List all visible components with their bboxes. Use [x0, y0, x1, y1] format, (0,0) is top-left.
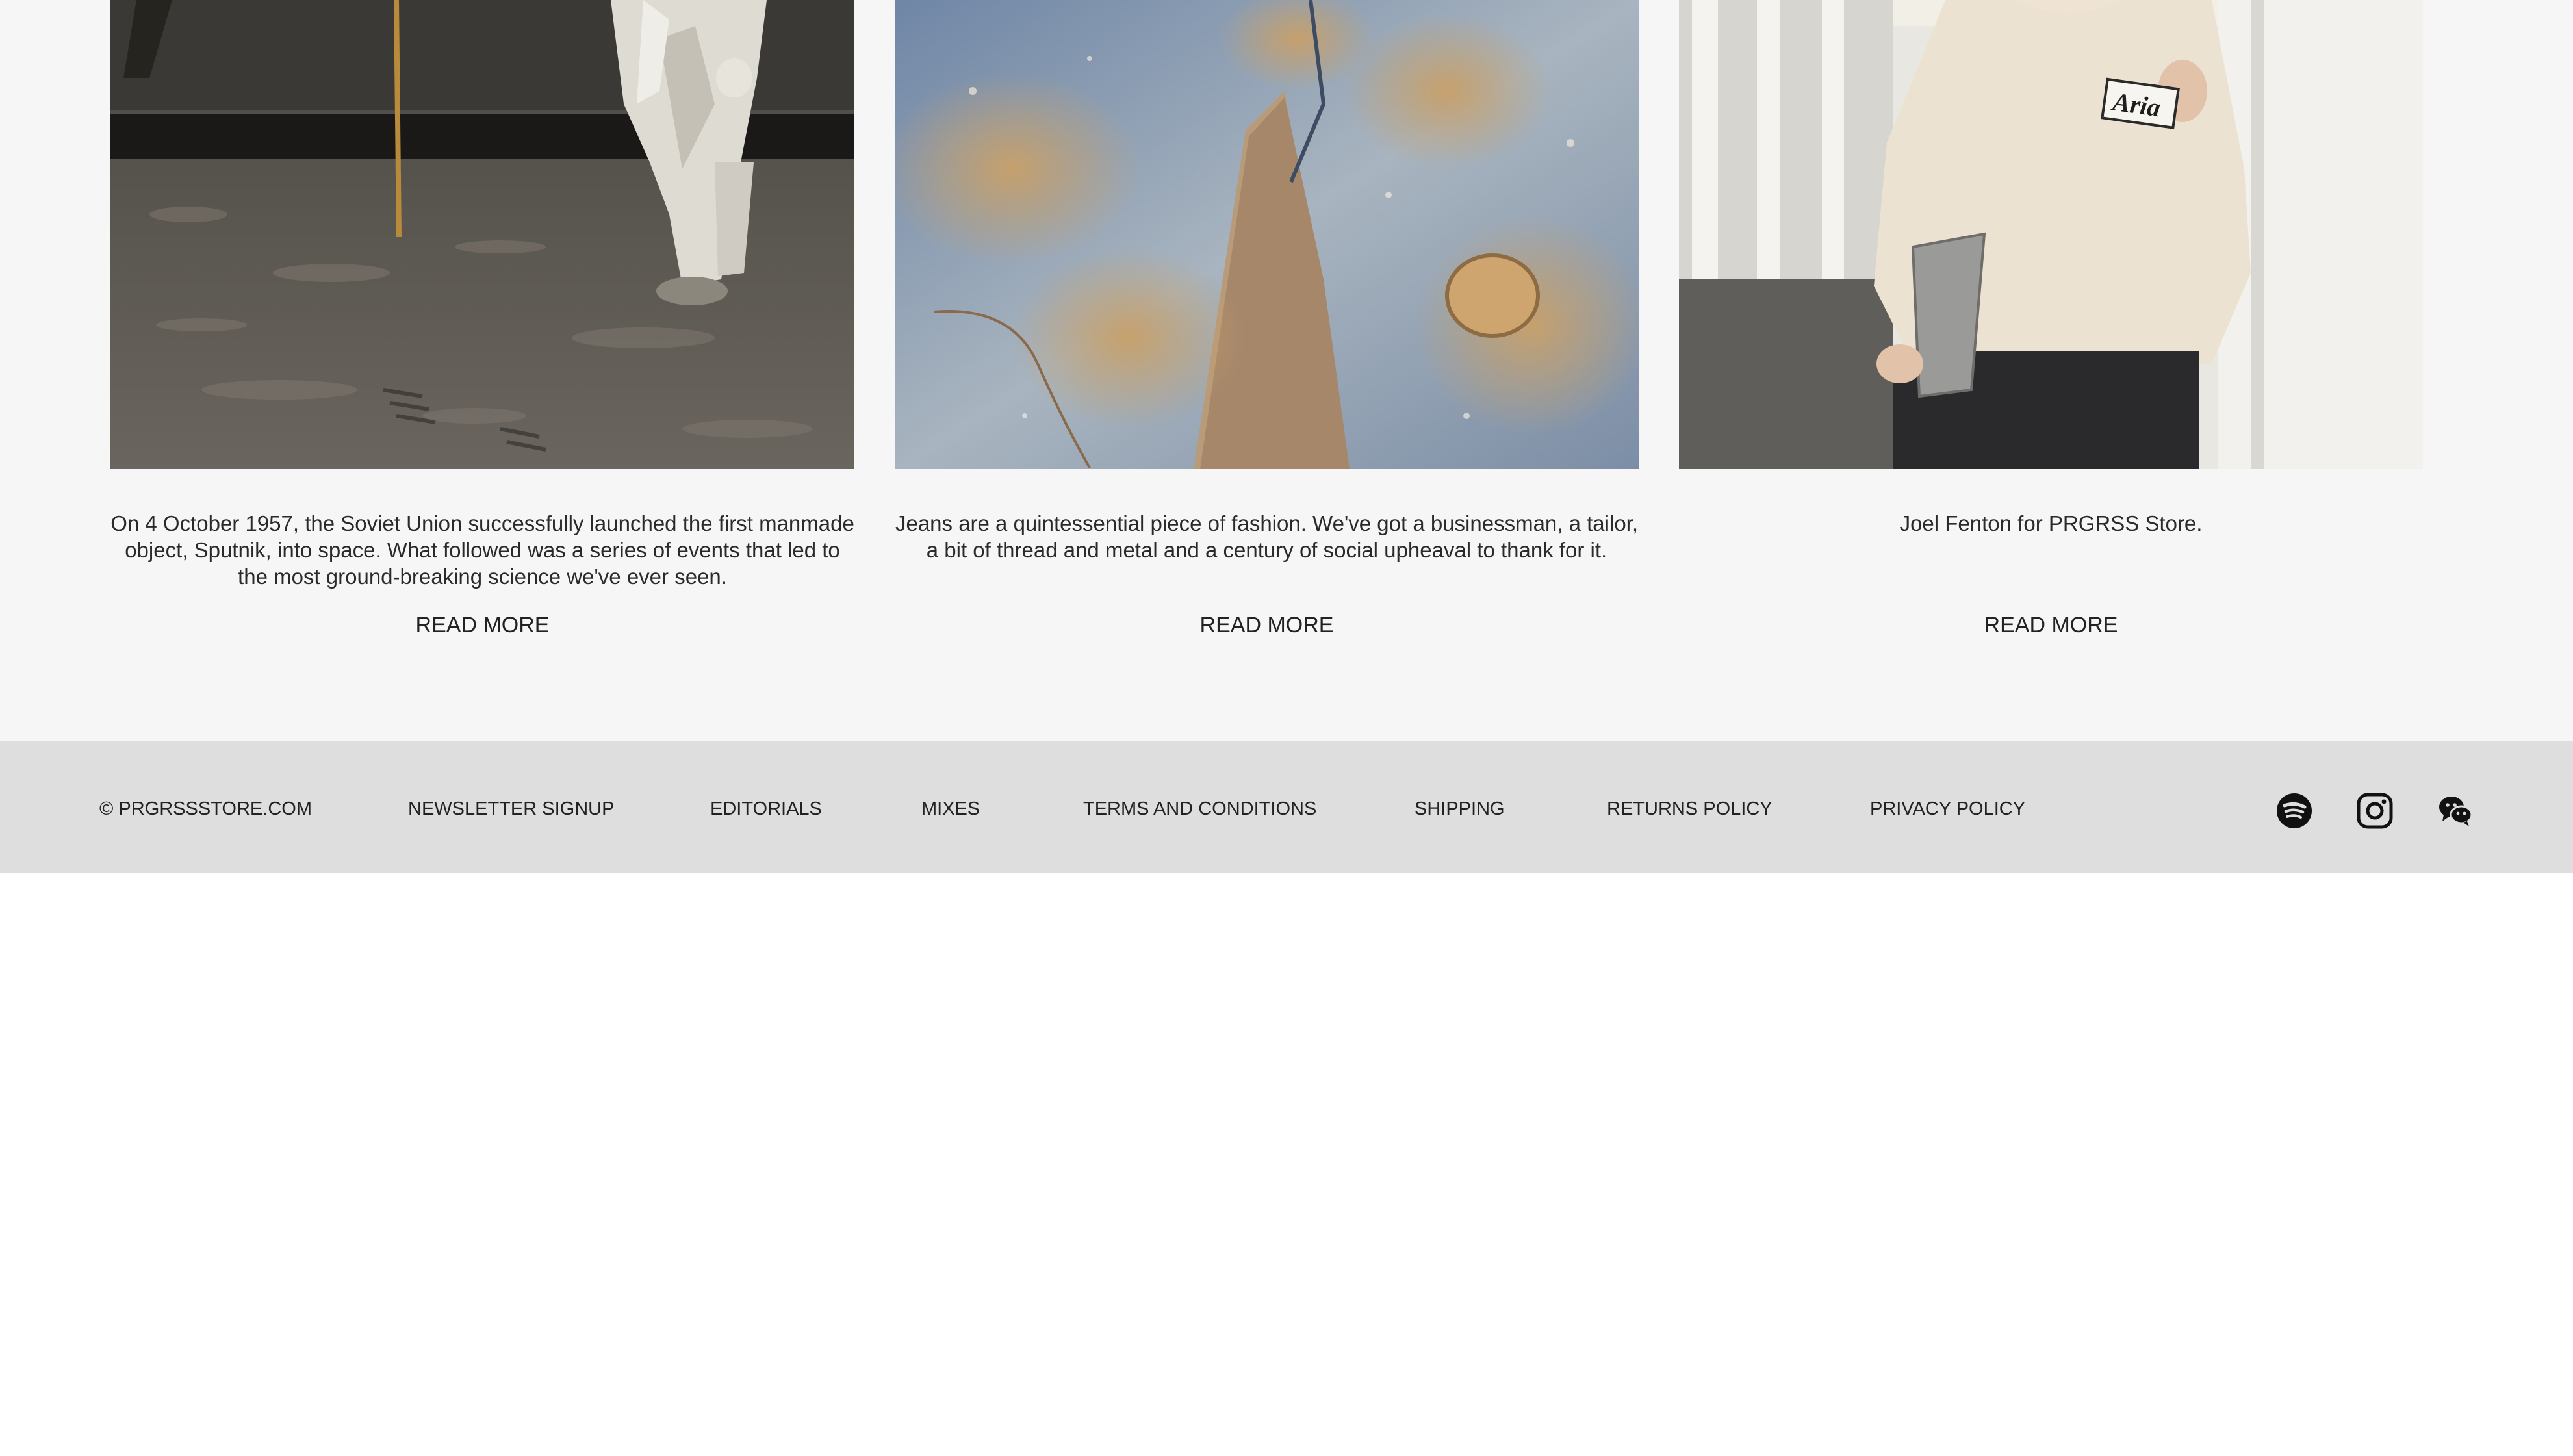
copyright-text: © PRGRSSSTORE.COM	[99, 798, 312, 819]
read-more-link[interactable]: READ MORE	[895, 612, 1639, 638]
read-more-link[interactable]: READ MORE	[110, 612, 854, 638]
footer-link-newsletter-signup[interactable]: NEWSLETTER SIGNUP	[408, 793, 614, 825]
worn-jeans-image[interactable]	[895, 0, 1639, 469]
man-in-sweatshirt-image[interactable]: Aria	[1679, 0, 2423, 469]
instagram-icon[interactable]	[2357, 793, 2393, 829]
editorial-card: Jeans are a quintessential piece of fash…	[895, 0, 1639, 741]
footer-link-privacy-policy[interactable]: PRIVACY POLICY	[1870, 793, 2025, 825]
editorial-summary: Jeans are a quintessential piece of fash…	[895, 511, 1639, 562]
footer-link-shipping[interactable]: SHIPPING	[1415, 793, 1505, 825]
site-footer: © PRGRSSSTORE.COM NEWSLETTER SIGNUP EDIT…	[0, 741, 2573, 873]
page: On 4 October 1957, the Soviet Union succ…	[0, 0, 2573, 1456]
editorial-card: Aria Joel Fenton for PRGRSS Store. READ …	[1679, 0, 2423, 741]
editorials-section: On 4 October 1957, the Soviet Union succ…	[0, 0, 2573, 741]
footer-link-returns-policy[interactable]: RETURNS POLICY	[1607, 793, 1773, 825]
footer-link-mixes[interactable]: MIXES	[921, 793, 980, 825]
astronaut-on-moon-image[interactable]	[110, 0, 854, 469]
read-more-link[interactable]: READ MORE	[1679, 612, 2423, 638]
spotify-icon[interactable]	[2276, 793, 2312, 829]
editorial-summary: On 4 October 1957, the Soviet Union succ…	[110, 511, 854, 589]
blank-page-area	[0, 873, 2573, 1456]
wechat-icon[interactable]	[2437, 793, 2474, 829]
footer-link-editorials[interactable]: EDITORIALS	[710, 793, 822, 825]
editorial-summary: Joel Fenton for PRGRSS Store.	[1899, 511, 2203, 535]
editorial-card: On 4 October 1957, the Soviet Union succ…	[110, 0, 854, 741]
footer-link-terms-and-conditions[interactable]: TERMS AND CONDITIONS	[1083, 793, 1316, 825]
